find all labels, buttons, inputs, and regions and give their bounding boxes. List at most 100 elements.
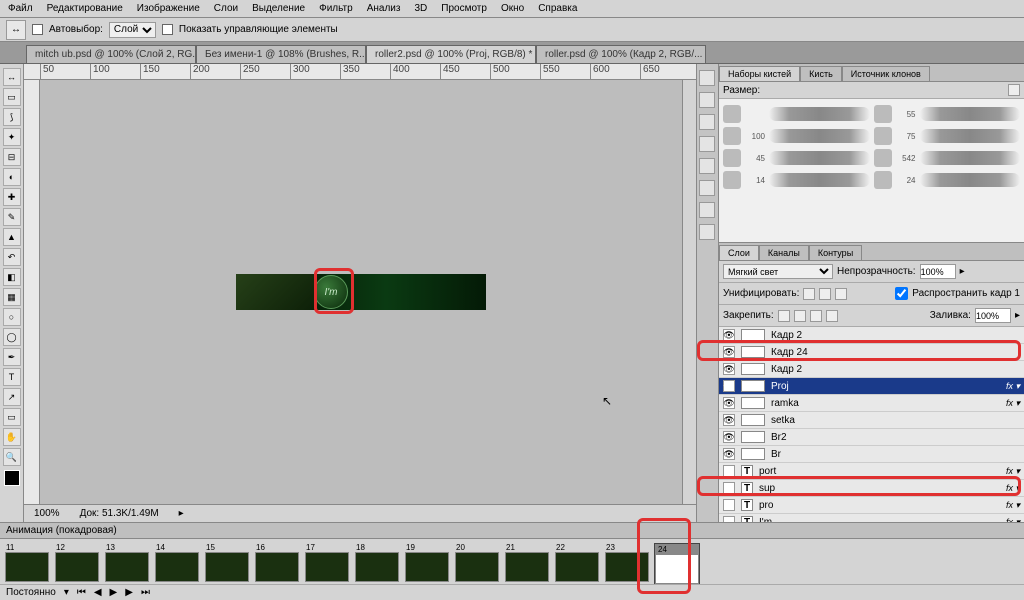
menu-window[interactable]: Окно bbox=[501, 3, 524, 14]
color-swatch[interactable] bbox=[4, 470, 20, 486]
zoom-level[interactable]: 100% bbox=[34, 508, 60, 519]
document-tab[interactable]: roller2.psd @ 100% (Proj, RGB/8) *× bbox=[366, 45, 536, 63]
menu-help[interactable]: Справка bbox=[538, 3, 577, 14]
brush-tip-icon[interactable] bbox=[874, 105, 892, 123]
layer-row[interactable]: Tportfx ▾ bbox=[719, 463, 1024, 480]
menu-view[interactable]: Просмотр bbox=[441, 3, 487, 14]
lock-pixels-icon[interactable] bbox=[794, 310, 806, 322]
layer-row[interactable]: 👁Br bbox=[719, 446, 1024, 463]
canvas-viewport[interactable]: I'm ↖ bbox=[40, 80, 682, 504]
hand-tool[interactable]: ✋ bbox=[3, 428, 21, 446]
brush-stroke-preview[interactable] bbox=[769, 107, 870, 121]
document-tab[interactable]: Без имени-1 @ 108% (Brushes, R...× bbox=[196, 45, 366, 63]
actions-panel-icon[interactable] bbox=[699, 92, 715, 108]
animation-frame[interactable]: 13 1 сек. ▾ bbox=[104, 543, 150, 584]
layer-row[interactable]: 👁Кадр 24 bbox=[719, 344, 1024, 361]
visibility-toggle[interactable] bbox=[723, 499, 735, 511]
menu-image[interactable]: Изображение bbox=[137, 3, 200, 14]
brush-tip-icon[interactable] bbox=[874, 127, 892, 145]
brush-preset-picker-icon[interactable] bbox=[1008, 84, 1020, 96]
gradient-tool[interactable]: ▦ bbox=[3, 288, 21, 306]
tab-brush-presets[interactable]: Наборы кистей bbox=[719, 66, 800, 81]
menu-filter[interactable]: Фильтр bbox=[319, 3, 353, 14]
visibility-toggle[interactable]: 👁 bbox=[723, 329, 735, 341]
prev-frame-button[interactable]: ◀ bbox=[94, 587, 102, 598]
history-panel-icon[interactable] bbox=[699, 70, 715, 86]
animation-frame[interactable]: 21 0 сек. ▾ bbox=[504, 543, 550, 584]
propagate-frame-checkbox[interactable] bbox=[895, 286, 908, 301]
blend-mode-dropdown[interactable]: Мягкий свет bbox=[723, 264, 833, 279]
brush-tip-icon[interactable] bbox=[723, 149, 741, 167]
brush-tip-icon[interactable] bbox=[723, 105, 741, 123]
animation-frame[interactable]: 22 0 сек. ▾ bbox=[554, 543, 600, 584]
layers-list[interactable]: 👁Кадр 2👁Кадр 24👁Кадр 2👁Projfx ▾👁ramkafx … bbox=[719, 327, 1024, 522]
layer-fx-badge[interactable]: fx ▾ bbox=[1006, 500, 1020, 511]
unify-position-icon[interactable] bbox=[803, 288, 815, 300]
autoselect-checkbox[interactable] bbox=[32, 24, 43, 35]
visibility-toggle[interactable] bbox=[723, 482, 735, 494]
layer-fx-badge[interactable]: fx ▾ bbox=[1006, 483, 1020, 494]
color-panel-icon[interactable] bbox=[699, 114, 715, 130]
tab-layers[interactable]: Слои bbox=[719, 245, 759, 260]
brush-tool[interactable]: ✎ bbox=[3, 208, 21, 226]
brush-stroke-preview[interactable] bbox=[920, 173, 1021, 187]
menu-analysis[interactable]: Анализ bbox=[367, 3, 401, 14]
visibility-toggle[interactable]: 👁 bbox=[723, 431, 735, 443]
fill-arrow-icon[interactable]: ▸ bbox=[1015, 310, 1020, 321]
brush-tip-icon[interactable] bbox=[874, 149, 892, 167]
menu-edit[interactable]: Редактирование bbox=[47, 3, 123, 14]
layer-row[interactable]: 👁Br2 bbox=[719, 429, 1024, 446]
layer-fx-badge[interactable]: fx ▾ bbox=[1006, 381, 1020, 392]
brush-preset-list[interactable]: 5510075455421424 bbox=[719, 99, 1024, 243]
status-arrow-icon[interactable]: ▸ bbox=[179, 508, 184, 519]
brush-tip-icon[interactable] bbox=[723, 171, 741, 189]
wand-tool[interactable]: ✦ bbox=[3, 128, 21, 146]
heal-tool[interactable]: ✚ bbox=[3, 188, 21, 206]
text-tool[interactable]: T bbox=[3, 368, 21, 386]
shape-tool[interactable]: ▭ bbox=[3, 408, 21, 426]
visibility-toggle[interactable]: 👁 bbox=[723, 397, 735, 409]
fill-input[interactable] bbox=[975, 308, 1011, 323]
brush-stroke-preview[interactable] bbox=[769, 129, 870, 143]
paragraph-panel-icon[interactable] bbox=[699, 224, 715, 240]
brush-stroke-preview[interactable] bbox=[920, 129, 1021, 143]
layer-row[interactable]: 👁Кадр 2 bbox=[719, 361, 1024, 378]
brush-stroke-preview[interactable] bbox=[769, 173, 870, 187]
brush-stroke-preview[interactable] bbox=[920, 107, 1021, 121]
layer-row[interactable]: 👁Projfx ▾ bbox=[719, 378, 1024, 395]
scrollbar-vertical[interactable] bbox=[682, 80, 696, 504]
dodge-tool[interactable]: ◯ bbox=[3, 328, 21, 346]
animation-frame[interactable]: 24 0.1 сек. ▾ bbox=[654, 543, 700, 584]
visibility-toggle[interactable]: 👁 bbox=[723, 346, 735, 358]
animation-frame[interactable]: 23 0 сек. ▾ bbox=[604, 543, 650, 584]
swatches-panel-icon[interactable] bbox=[699, 136, 715, 152]
history-brush-tool[interactable]: ↶ bbox=[3, 248, 21, 266]
animation-frame[interactable]: 20 0 сек. ▾ bbox=[454, 543, 500, 584]
lock-all-icon[interactable] bbox=[826, 310, 838, 322]
layer-row[interactable]: TI'mfx ▾ bbox=[719, 514, 1024, 522]
menu-3d[interactable]: 3D bbox=[414, 3, 427, 14]
marquee-tool[interactable]: ▭ bbox=[3, 88, 21, 106]
play-button[interactable]: ▶ bbox=[110, 587, 118, 598]
animation-frames[interactable]: 11 0 сек. ▾12 0 сек. ▾13 1 сек. ▾14 0 се… bbox=[0, 539, 1024, 584]
move-tool[interactable]: ↔ bbox=[3, 68, 21, 86]
lock-transparent-icon[interactable] bbox=[778, 310, 790, 322]
visibility-toggle[interactable]: 👁 bbox=[723, 380, 735, 392]
loop-dropdown[interactable]: Постоянно bbox=[6, 587, 56, 598]
opacity-input[interactable] bbox=[920, 264, 956, 279]
layer-row[interactable]: 👁ramkafx ▾ bbox=[719, 395, 1024, 412]
layer-fx-badge[interactable]: fx ▾ bbox=[1006, 466, 1020, 477]
layer-fx-badge[interactable]: fx ▾ bbox=[1006, 398, 1020, 409]
brush-tip-icon[interactable] bbox=[874, 171, 892, 189]
zoom-tool[interactable]: 🔍 bbox=[3, 448, 21, 466]
character-panel-icon[interactable] bbox=[699, 202, 715, 218]
menu-select[interactable]: Выделение bbox=[252, 3, 305, 14]
menu-layers[interactable]: Слои bbox=[214, 3, 238, 14]
document-tab[interactable]: mitch ub.psd @ 100% (Слой 2, RG...× bbox=[26, 45, 196, 63]
animation-frame[interactable]: 18 0 сек. ▾ bbox=[354, 543, 400, 584]
unify-style-icon[interactable] bbox=[835, 288, 847, 300]
visibility-toggle[interactable]: 👁 bbox=[723, 363, 735, 375]
tab-paths[interactable]: Контуры bbox=[809, 245, 862, 260]
lasso-tool[interactable]: ⟆ bbox=[3, 108, 21, 126]
crop-tool[interactable]: ⊟ bbox=[3, 148, 21, 166]
